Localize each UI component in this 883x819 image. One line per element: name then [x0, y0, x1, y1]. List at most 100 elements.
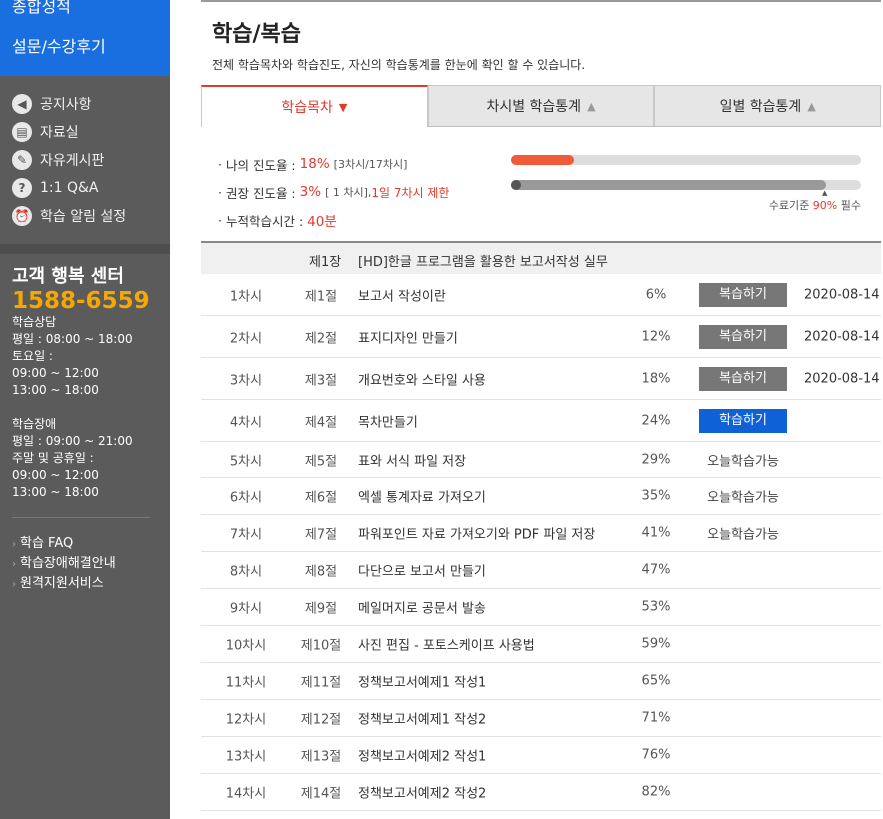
sidebar-item-board[interactable]: ✎ 자유게시판: [0, 146, 170, 174]
lesson-action: 오늘학습가능: [699, 450, 787, 469]
triangle-up-icon: ▲: [587, 99, 596, 113]
my-progress-bar: [511, 155, 861, 165]
link-remote-support[interactable]: › 원격지원서비스: [12, 574, 116, 594]
sidebar-item-alarm-settings[interactable]: ⏰ 학습 알림 설정: [0, 202, 170, 230]
review-button[interactable]: 복습하기: [699, 282, 787, 307]
triangle-down-icon: ▼: [338, 100, 348, 114]
lesson-progress-pct: 71%: [641, 710, 671, 726]
lesson-title[interactable]: 파워포인트 자료 가져오기와 PDF 파일 저장: [358, 524, 595, 543]
lesson-title[interactable]: 표와 서식 파일 저장: [358, 450, 466, 469]
tab-daily-stats[interactable]: 일별 학습통계 ▲: [654, 85, 882, 127]
lesson-title[interactable]: 메일머지로 공문서 발송: [358, 598, 486, 617]
chapter-number: 제1장: [309, 255, 342, 270]
lesson-title[interactable]: 개요번호와 스타일 사용: [358, 369, 486, 388]
lesson-title[interactable]: 사진 편집 - 포토스케이프 사용법: [358, 635, 535, 654]
completion-threshold-fill: [511, 180, 826, 190]
lesson-progress-pct: 18%: [641, 371, 671, 386]
lesson-number: 7차시: [229, 527, 263, 543]
top-rule: [201, 0, 881, 2]
recommended-detail: [ 1 차시],: [325, 186, 372, 199]
recommended-progress-row: · 권장 진도율 : 3% [ 1 차시], 1일 7차시 제한: [218, 184, 450, 201]
sidebar-item-qna[interactable]: ? 1:1 Q&A: [0, 174, 170, 202]
lesson-title[interactable]: 정책보고서예제2 작성2: [358, 783, 486, 802]
lesson-title[interactable]: 정책보고서예제1 작성1: [358, 672, 486, 691]
cumulative-time-row: · 누적학습시간 : 40분: [218, 206, 449, 234]
sidebar-divider-band: [0, 244, 170, 254]
sidebar-item-label: 학습 알림 설정: [40, 209, 127, 225]
lesson-row: 3차시 제3절 개요번호와 스타일 사용 18% 복습하기 2020-08-14: [201, 358, 881, 400]
review-button[interactable]: 복습하기: [699, 324, 787, 349]
speaker-icon: ◀: [12, 94, 32, 114]
lesson-row: 2차시 제2절 표지디자인 만들기 12% 복습하기 2020-08-14: [201, 316, 881, 358]
lesson-title[interactable]: 표지디자인 만들기: [358, 327, 458, 346]
completion-requirement: 수료기준 90% 필수: [768, 199, 861, 212]
review-button[interactable]: 복습하기: [699, 366, 787, 391]
lesson-row: 11차시 제11절 정책보고서예제1 작성1 65%: [201, 663, 881, 700]
sidebar-help-links: › 학습 FAQ › 학습장애해결안내 › 원격지원서비스: [12, 534, 116, 594]
cs-hours-line: 학습상담: [12, 315, 57, 329]
customer-center: 고객 행복 센터 1588-6559 학습상담 평일 : 08:00 ~ 18:…: [12, 262, 162, 501]
available-today-text: 오늘학습가능: [707, 490, 779, 506]
link-troubleshoot[interactable]: › 학습장애해결안내: [12, 554, 116, 574]
lesson-row: 6차시 제6절 엑셀 통계자료 가져오기 35% 오늘학습가능: [201, 478, 881, 515]
tab-label: 일별 학습통계: [719, 99, 802, 115]
lesson-progress-pct: 12%: [641, 329, 671, 344]
lesson-row: 12차시 제12절 정책보고서예제1 작성2 71%: [201, 700, 881, 737]
sidebar-item-notice[interactable]: ◀ 공지사항: [0, 90, 170, 118]
lesson-title[interactable]: 다단으로 보고서 만들기: [358, 561, 486, 580]
cs-hours-line: 13:00 ~ 18:00: [12, 485, 99, 499]
customer-center-title: 고객 행복 센터: [12, 266, 124, 287]
lesson-title[interactable]: 엑셀 통계자료 가져오기: [358, 487, 486, 506]
cs-hours-line: 평일 : 08:00 ~ 18:00: [12, 332, 133, 346]
lesson-progress-pct: 41%: [641, 525, 671, 541]
cs-hours-line: 주말 및 공휴일 :: [12, 451, 94, 465]
lesson-title[interactable]: 목차만들기: [358, 411, 418, 430]
lesson-section: 제9절: [304, 601, 338, 617]
lesson-section: 제7절: [304, 527, 338, 543]
lesson-number: 9차시: [229, 601, 263, 617]
lesson-section: 제8절: [304, 564, 338, 580]
tab-label: 차시별 학습통계: [486, 99, 582, 115]
recommended-progress-marker: [511, 180, 521, 190]
lesson-number: 5차시: [229, 454, 263, 469]
lesson-list: 1차시 제1절 보고서 작성이란 6% 복습하기 2020-08-14 2차시 제2절 표지디자…: [201, 274, 881, 811]
sidebar-menu: ◀ 공지사항 ▤ 자료실 ✎ 자유게시판 ? 1:1 Q&A ⏰ 학습 알림 설…: [0, 90, 170, 230]
my-progress-bar-fill: [511, 155, 574, 165]
link-faq[interactable]: › 학습 FAQ: [12, 534, 116, 554]
lesson-progress-pct: 59%: [641, 636, 671, 652]
lesson-action: 오늘학습가능: [699, 524, 787, 543]
cs-hours-line: 학습장애: [12, 417, 57, 431]
sidebar-item-resources[interactable]: ▤ 자료실: [0, 118, 170, 146]
lesson-date: 2020-08-14: [804, 329, 880, 344]
sidebar-top-menu: 종합성적 설문/수강후기: [0, 0, 170, 76]
lesson-row: 1차시 제1절 보고서 작성이란 6% 복습하기 2020-08-14: [201, 274, 881, 316]
sidebar-item-overall-grades[interactable]: 종합성적: [12, 0, 71, 17]
lesson-number: 10차시: [225, 638, 267, 654]
progress-stats: · 나의 진도율 : 18% [3차시/17차시] · 권장 진도율 : 3% …: [218, 150, 449, 234]
tab-lesson-stats[interactable]: 차시별 학습통계 ▲: [427, 85, 655, 127]
page-subtitle: 전체 학습목차와 학습진도, 자신의 학습통계를 한눈에 확인 할 수 있습니다…: [212, 58, 586, 72]
tab-table-of-contents[interactable]: 학습목차 ▼: [201, 85, 428, 127]
lesson-row: 5차시 제5절 표와 서식 파일 저장 29% 오늘학습가능: [201, 442, 881, 478]
lesson-date: 2020-08-14: [804, 371, 880, 386]
cs-hours-line: 13:00 ~ 18:00: [12, 383, 99, 397]
page-title: 학습/복습: [212, 22, 301, 47]
lesson-number: 13차시: [225, 749, 267, 765]
lesson-title[interactable]: 정책보고서예제2 작성1: [358, 746, 486, 765]
tab-label: 학습목차: [281, 100, 333, 116]
cs-hours-line: 토요일 :: [12, 349, 53, 363]
lesson-title[interactable]: 정책보고서예제1 작성2: [358, 709, 486, 728]
lesson-title[interactable]: 보고서 작성이란: [358, 285, 446, 304]
lesson-row: 4차시 제4절 목차만들기 24% 학습하기: [201, 400, 881, 442]
lesson-section: 제10절: [300, 638, 342, 654]
lesson-row: 7차시 제7절 파워포인트 자료 가져오기와 PDF 파일 저장 41% 오늘학습가능: [201, 515, 881, 552]
lesson-section: 제6절: [304, 490, 338, 506]
sidebar-item-label: 자료실: [40, 125, 79, 141]
lesson-section: 제11절: [300, 675, 342, 691]
study-button[interactable]: 학습하기: [699, 408, 787, 433]
link-label: 학습장애해결안내: [20, 556, 116, 571]
my-progress-row: · 나의 진도율 : 18% [3차시/17차시]: [218, 156, 408, 173]
link-label: 학습 FAQ: [20, 536, 74, 551]
lesson-row: 13차시 제13절 정책보고서예제2 작성1 76%: [201, 737, 881, 774]
sidebar-item-survey[interactable]: 설문/수강후기: [12, 33, 106, 57]
